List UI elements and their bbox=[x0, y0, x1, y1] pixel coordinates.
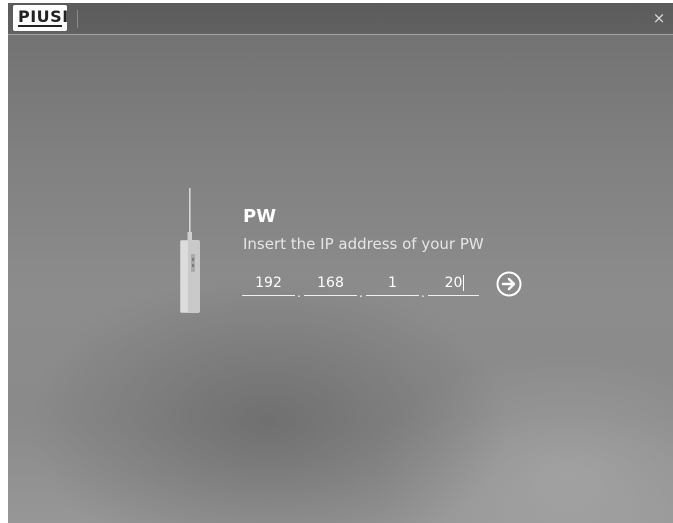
ip-separator-2: . bbox=[359, 286, 363, 300]
arrow-right-circle-icon bbox=[501, 277, 516, 291]
logo-text: PIUSI bbox=[18, 7, 69, 26]
close-button[interactable]: × bbox=[651, 9, 667, 27]
logo-underline bbox=[18, 25, 62, 27]
piusi-logo: PIUSI bbox=[13, 5, 69, 31]
close-icon: × bbox=[652, 9, 666, 27]
submit-button[interactable] bbox=[496, 271, 522, 297]
ip-octet-2-input[interactable] bbox=[304, 271, 357, 296]
ip-separator-3: . bbox=[421, 286, 425, 300]
pw-device-icon bbox=[180, 188, 200, 313]
ip-octet-1-input[interactable] bbox=[242, 271, 295, 296]
app-window: PIUSI × PW Insert the IP address of your… bbox=[8, 3, 673, 523]
ip-separator-1: . bbox=[297, 286, 301, 300]
title-separator bbox=[77, 10, 78, 28]
text-caret bbox=[463, 275, 464, 291]
ip-octet-3-input[interactable] bbox=[366, 271, 419, 296]
ip-octet-4-input[interactable] bbox=[428, 271, 479, 296]
title-bar: PIUSI × bbox=[8, 3, 673, 35]
ip-instruction-text: Insert the IP address of your PW bbox=[243, 235, 484, 253]
page-title: PW bbox=[243, 206, 277, 227]
